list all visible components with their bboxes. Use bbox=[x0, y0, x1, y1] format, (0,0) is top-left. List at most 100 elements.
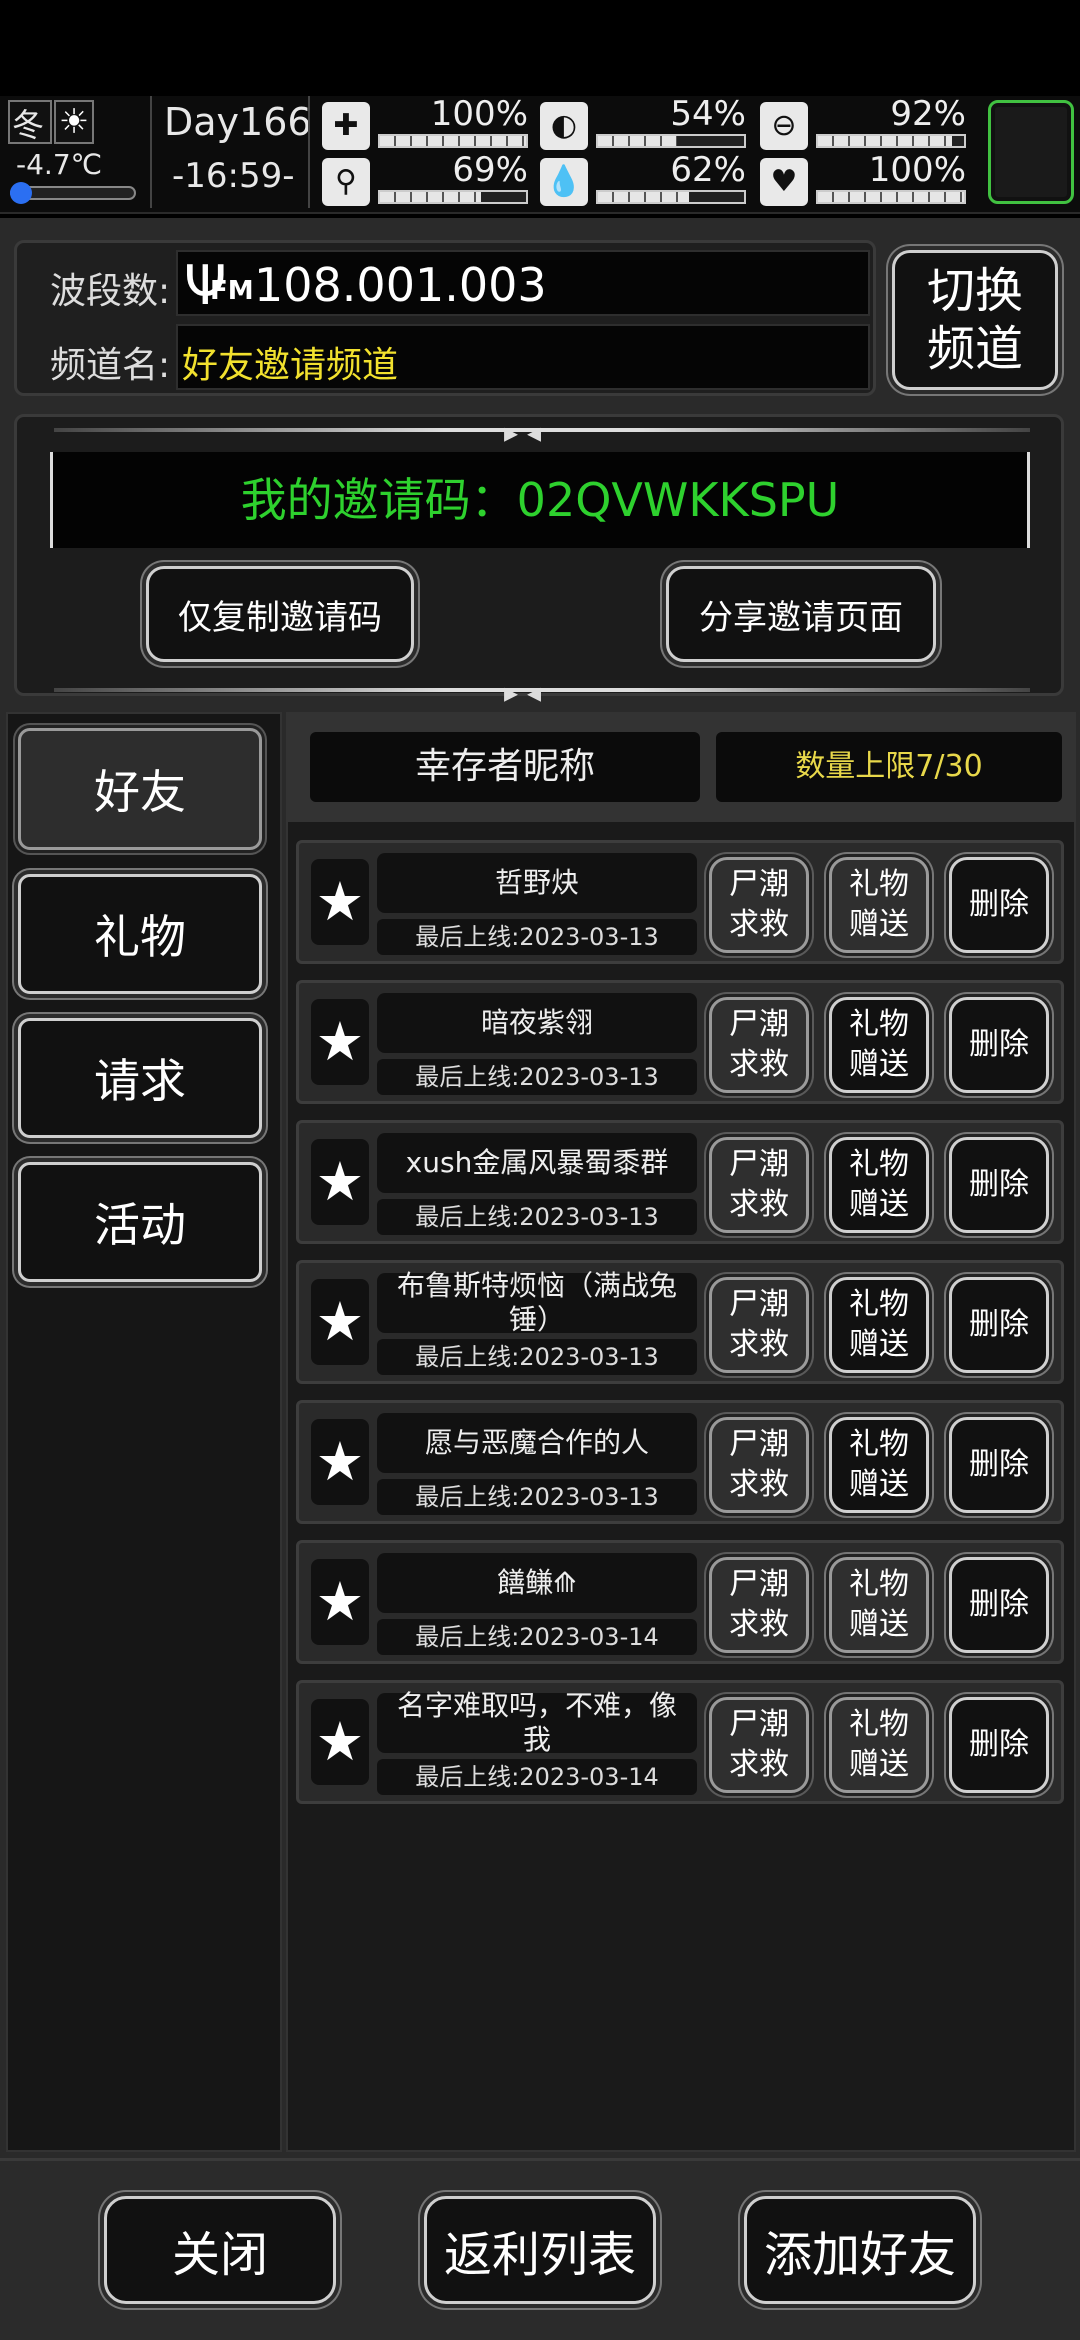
friend-name: 饍鳒⟰ bbox=[377, 1553, 697, 1613]
gift-send-label: 礼物赠送 bbox=[849, 1707, 909, 1782]
stat-bar-fill bbox=[380, 136, 526, 146]
zombie-help-button[interactable]: 尸潮求救 bbox=[709, 997, 809, 1093]
season-label: 冬 bbox=[12, 106, 45, 144]
stat-bar-fill bbox=[380, 192, 481, 202]
sidebar-item-requests[interactable]: 请求 bbox=[18, 1018, 262, 1138]
stat-bar-fill bbox=[818, 136, 953, 146]
zombie-help-button[interactable]: 尸潮求救 bbox=[709, 1417, 809, 1513]
friend-name: 哲野炔 bbox=[377, 853, 697, 913]
friend-name: 名字难取吗，不难，像我 bbox=[377, 1689, 697, 1756]
divider bbox=[54, 688, 1030, 692]
sidebar-item-friends[interactable]: 好友 bbox=[18, 728, 262, 850]
delete-label: 删除 bbox=[969, 1727, 1029, 1762]
invite-code-box: 我的邀请码：02QVWKKSPU bbox=[50, 452, 1030, 548]
status-bar: 冬 ☀ -4.7℃ Day166 -16:59- ✚ 100% ◐ 54% ⊖ … bbox=[0, 94, 1080, 214]
hunger-bar bbox=[596, 134, 746, 148]
fm-tag: FM bbox=[210, 276, 254, 306]
equipment-slot[interactable] bbox=[988, 100, 1074, 204]
delete-button[interactable]: 删除 bbox=[949, 997, 1049, 1093]
zombie-help-button[interactable]: 尸潮求救 bbox=[709, 1697, 809, 1793]
last-online: 最后上线:2023-03-14 bbox=[377, 1619, 697, 1655]
star-icon[interactable]: ★ bbox=[311, 1419, 369, 1505]
switch-channel-button[interactable]: 切换频道 bbox=[892, 250, 1058, 390]
delete-button[interactable]: 删除 bbox=[949, 1137, 1049, 1233]
thirst-percent: 62% bbox=[670, 150, 746, 190]
medkit-icon: ✚ bbox=[322, 102, 370, 150]
gift-send-button[interactable]: 礼物赠送 bbox=[829, 1557, 929, 1653]
friend-limit-text: 数量上限7/30 bbox=[716, 732, 1062, 802]
stamina-bar bbox=[378, 190, 528, 204]
star-icon[interactable]: ★ bbox=[311, 1699, 369, 1785]
star-icon[interactable]: ★ bbox=[311, 1559, 369, 1645]
gift-send-button[interactable]: 礼物赠送 bbox=[829, 857, 929, 953]
delete-button[interactable]: 删除 bbox=[949, 1277, 1049, 1373]
divider bbox=[150, 96, 152, 208]
temperature-indicator bbox=[10, 182, 32, 204]
friend-row: ★ xush金属风暴蜀黍群 最后上线:2023-03-13 尸潮求救 礼物赠送 … bbox=[296, 1120, 1064, 1244]
delete-button[interactable]: 删除 bbox=[949, 1697, 1049, 1793]
close-label: 关闭 bbox=[171, 2227, 268, 2283]
delete-label: 删除 bbox=[969, 1587, 1029, 1622]
last-online: 最后上线:2023-03-13 bbox=[377, 1199, 697, 1235]
channel-value: 好友邀请频道 bbox=[182, 345, 399, 386]
star-icon[interactable]: ★ bbox=[311, 1279, 369, 1365]
zombie-help-button[interactable]: 尸潮求救 bbox=[709, 1137, 809, 1233]
copy-invite-code-button[interactable]: 仅复制邀请码 bbox=[146, 566, 414, 662]
rebate-list-button[interactable]: 返利列表 bbox=[424, 2196, 656, 2304]
gift-send-button[interactable]: 礼物赠送 bbox=[829, 997, 929, 1093]
sidebar-item-events[interactable]: 活动 bbox=[18, 1162, 262, 1282]
energy-percent: 92% bbox=[890, 94, 966, 134]
copy-invite-code-label: 仅复制邀请码 bbox=[178, 597, 382, 638]
delete-label: 删除 bbox=[969, 1447, 1029, 1482]
delete-label: 删除 bbox=[969, 1307, 1029, 1342]
sidebar-item-gifts[interactable]: 礼物 bbox=[18, 874, 262, 994]
star-icon[interactable]: ★ bbox=[311, 859, 369, 945]
zombie-help-button[interactable]: 尸潮求救 bbox=[709, 1557, 809, 1653]
gift-send-label: 礼物赠送 bbox=[849, 1007, 909, 1082]
thirst-stat: 💧 62% bbox=[540, 150, 746, 208]
delete-button[interactable]: 删除 bbox=[949, 1417, 1049, 1513]
gift-send-button[interactable]: 礼物赠送 bbox=[829, 1137, 929, 1233]
add-friend-button[interactable]: 添加好友 bbox=[744, 2196, 976, 2304]
stat-bar-fill bbox=[598, 192, 689, 202]
delete-button[interactable]: 删除 bbox=[949, 857, 1049, 953]
zombie-help-label: 尸潮求救 bbox=[729, 1147, 789, 1222]
friend-row: ★ 哲野炔 最后上线:2023-03-13 尸潮求救 礼物赠送 删除 bbox=[296, 840, 1064, 964]
zombie-help-button[interactable]: 尸潮求救 bbox=[709, 1277, 809, 1373]
gift-send-button[interactable]: 礼物赠送 bbox=[829, 1417, 929, 1513]
gift-send-button[interactable]: 礼物赠送 bbox=[829, 1697, 929, 1793]
invite-code-text: 我的邀请码：02QVWKKSPU bbox=[240, 473, 840, 527]
stamina-percent: 69% bbox=[452, 150, 528, 190]
share-invite-page-button[interactable]: 分享邀请页面 bbox=[666, 566, 936, 662]
rebate-list-label: 返利列表 bbox=[443, 2227, 636, 2283]
hunger-stat: ◐ 54% bbox=[540, 94, 746, 152]
thirst-bar bbox=[596, 190, 746, 204]
arrows-icon: ▸ ◂ bbox=[504, 676, 542, 709]
energy-bar bbox=[816, 134, 966, 148]
last-online: 最后上线:2023-03-13 bbox=[377, 1479, 697, 1515]
band-value: 108.001.003 bbox=[254, 258, 547, 312]
sidebar-item-label: 活动 bbox=[94, 1198, 186, 1252]
stamina-stat: ⚲ 69% bbox=[322, 150, 528, 208]
zombie-help-label: 尸潮求救 bbox=[729, 1427, 789, 1502]
nickname-column-header: 幸存者昵称 bbox=[310, 732, 700, 802]
star-icon[interactable]: ★ bbox=[311, 1139, 369, 1225]
channel-field: 好友邀请频道 bbox=[176, 324, 870, 390]
stomach-icon: ◐ bbox=[540, 102, 588, 150]
energy-capsule-icon: ⊖ bbox=[760, 102, 808, 150]
energy-stat: ⊖ 92% bbox=[760, 94, 966, 152]
sidebar-item-label: 请求 bbox=[94, 1054, 186, 1108]
temperature-text: -4.7℃ bbox=[16, 148, 103, 181]
gift-send-label: 礼物赠送 bbox=[849, 1427, 909, 1502]
zombie-help-label: 尸潮求救 bbox=[729, 1567, 789, 1642]
friend-name: 愿与恶魔合作的人 bbox=[377, 1413, 697, 1473]
gift-send-button[interactable]: 礼物赠送 bbox=[829, 1277, 929, 1373]
health-percent: 100% bbox=[430, 94, 528, 134]
delete-button[interactable]: 删除 bbox=[949, 1557, 1049, 1653]
zombie-help-button[interactable]: 尸潮求救 bbox=[709, 857, 809, 953]
star-icon[interactable]: ★ bbox=[311, 999, 369, 1085]
switch-channel-label: 切换频道 bbox=[926, 263, 1023, 377]
temperature-gauge bbox=[10, 182, 136, 204]
close-button[interactable]: 关闭 bbox=[104, 2196, 336, 2304]
friend-row: ★ 名字难取吗，不难，像我 最后上线:2023-03-14 尸潮求救 礼物赠送 … bbox=[296, 1680, 1064, 1804]
